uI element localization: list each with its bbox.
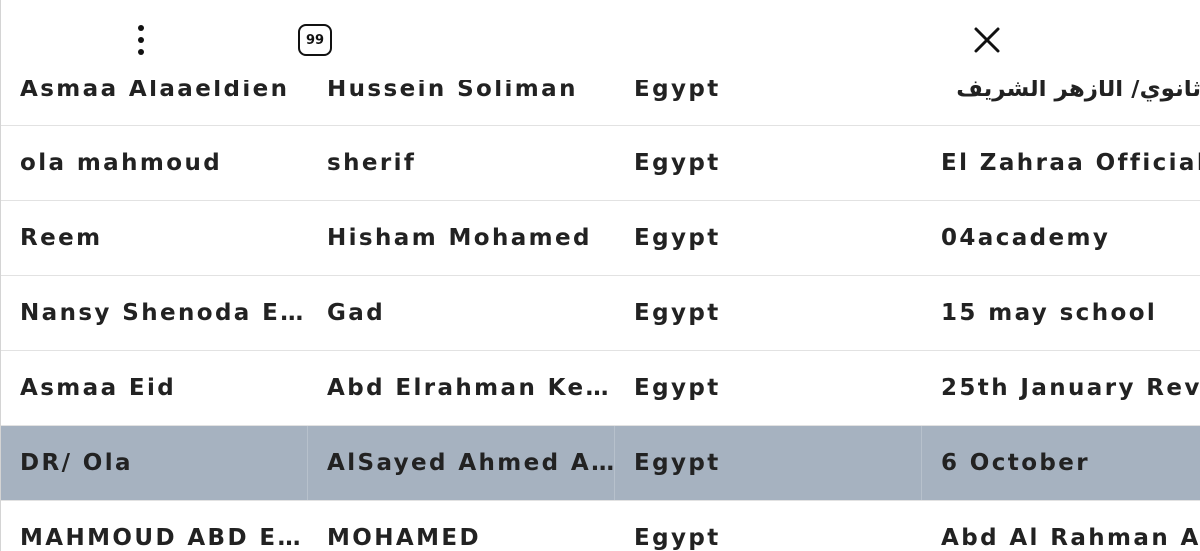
cell-last-name: AlSayed Ahmed A… (308, 426, 615, 500)
more-options-button[interactable] (119, 18, 163, 62)
cell-last-name: sherif (327, 150, 417, 176)
cell-school: 6 October (941, 450, 1090, 476)
cell-last-name: Abd Elrahman Ke… (327, 375, 611, 401)
cell-first-name: ola mahmoud (20, 150, 223, 176)
cell-country: Egypt (634, 225, 721, 251)
count-badge: 99 (298, 24, 332, 56)
cell-first-name: Nansy Shenoda E… (20, 300, 306, 326)
cell-last-name: Hisham Mohamed (327, 225, 592, 251)
table-row-selected[interactable]: DR/ Ola AlSayed Ahmed A… Egypt 6 October (1, 425, 1200, 500)
cell-country: Egypt (634, 300, 721, 326)
app-window: 99 Asmaa Alaaeldien Hussein Soliman Egyp… (0, 0, 1200, 551)
top-toolbar: 99 (1, 0, 1200, 80)
cell-last-name: Gad (327, 300, 386, 326)
cell-school: Abd Al Rahman A… (941, 525, 1200, 551)
table-row[interactable]: MAHMOUD ABD E… MOHAMED Egypt Abd Al Rahm… (1, 500, 1200, 551)
cell-school: El Zahraa Official… (941, 150, 1200, 176)
table-row[interactable]: Asmaa Eid Abd Elrahman Ke… Egypt 25th Ja… (1, 350, 1200, 425)
close-button[interactable] (965, 18, 1009, 62)
cell-first-name: MAHMOUD ABD E… (20, 525, 303, 551)
cell-first-name: Asmaa Eid (20, 375, 177, 401)
cell-last-name: MOHAMED (327, 525, 481, 551)
cell-first-name: DR/ Ola (1, 426, 308, 500)
cell-school: 04academy (941, 225, 1111, 251)
count-badge-button[interactable]: 99 (295, 22, 335, 58)
table-row[interactable]: Reem Hisham Mohamed Egypt 04academy (1, 200, 1200, 275)
cell-country: Egypt (615, 426, 922, 500)
cell-school: 15 may school (941, 300, 1158, 326)
table-row[interactable]: Nansy Shenoda E… Gad Egypt 15 may school (1, 275, 1200, 350)
cell-country: Egypt (634, 375, 721, 401)
data-table: Asmaa Alaaeldien Hussein Soliman Egypt ث… (1, 50, 1200, 551)
cell-country: Egypt (634, 525, 721, 551)
cell-first-name: Reem (20, 225, 103, 251)
cell-country: Egypt (634, 150, 721, 176)
more-vertical-icon (138, 25, 144, 55)
cell-school: 25th January Rev… (941, 375, 1200, 401)
close-icon (974, 27, 1000, 53)
table-row[interactable]: ola mahmoud sherif Egypt El Zahraa Offic… (1, 125, 1200, 200)
